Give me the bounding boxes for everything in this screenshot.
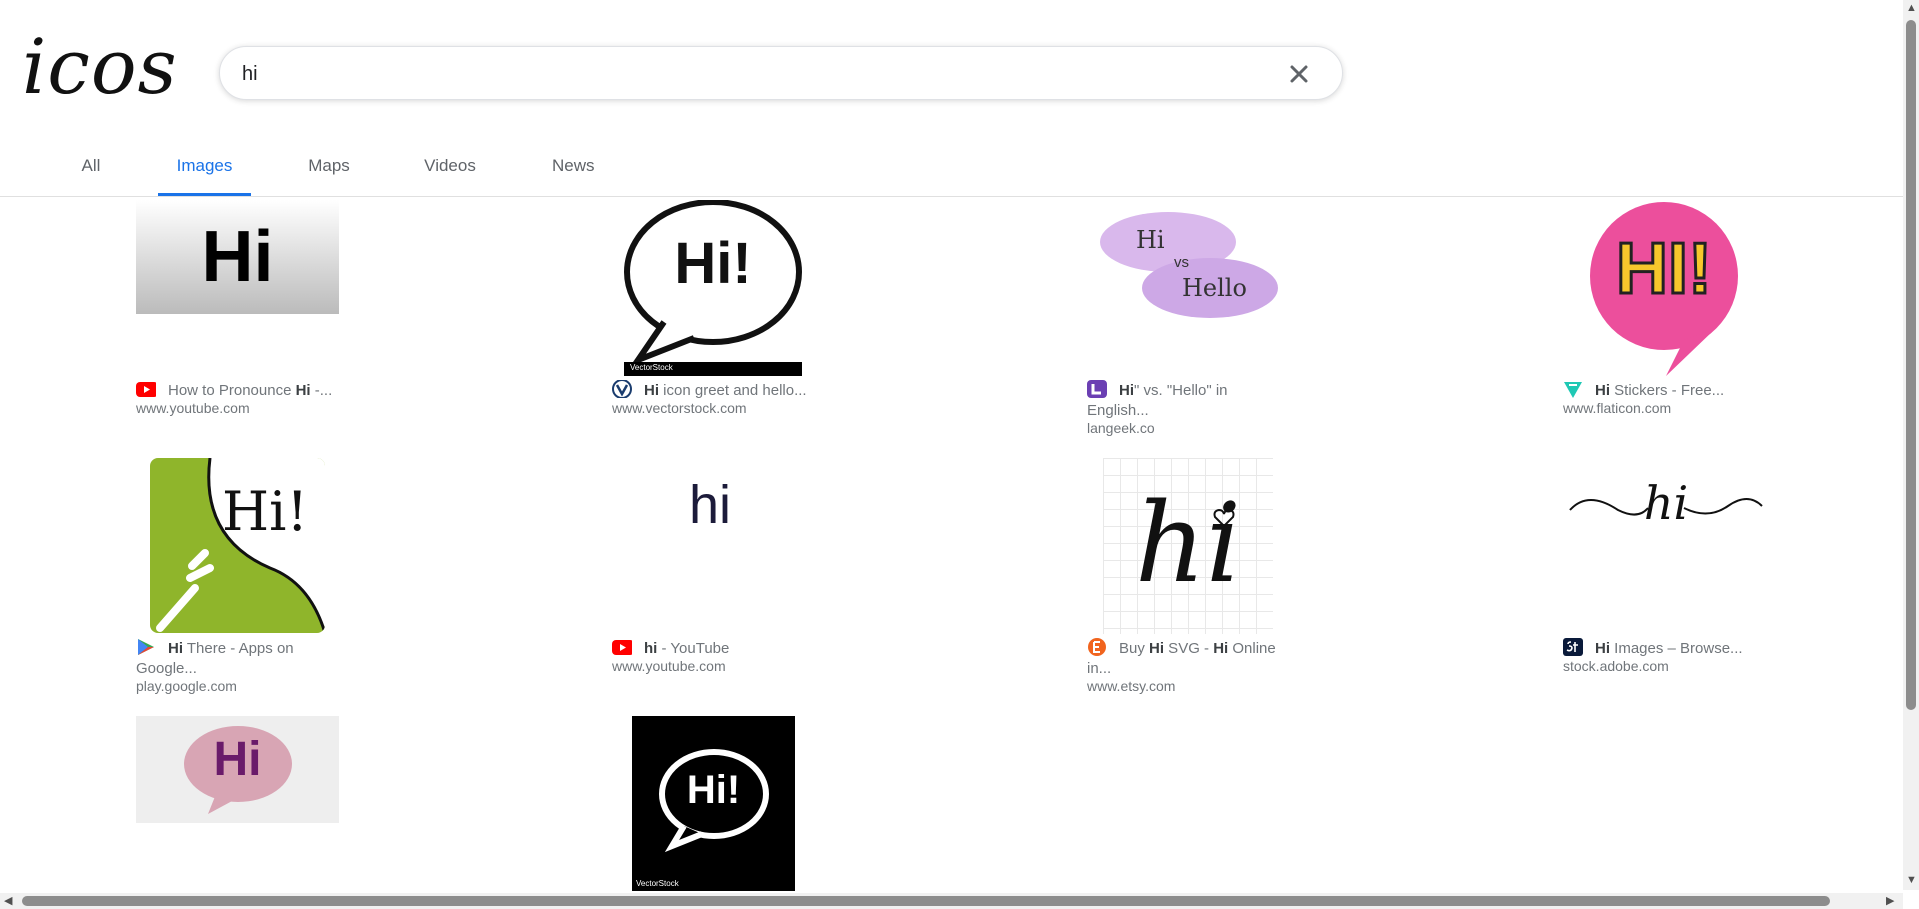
image-text: Hi — [201, 217, 274, 297]
youtube-icon — [136, 382, 156, 397]
result-caption[interactable]: Hi" vs. "Hello" in English... — [1087, 380, 1277, 421]
hi-vs-hello-image — [1100, 212, 1278, 318]
result-image[interactable]: Hi! VectorStock — [624, 200, 802, 376]
search-box — [219, 46, 1343, 100]
heart-icon — [1213, 508, 1235, 528]
vertical-scrollbar[interactable]: ▲ ▼ — [1903, 0, 1919, 890]
etsy-icon — [1088, 638, 1106, 656]
close-icon[interactable] — [1284, 59, 1314, 89]
image-text: Hi — [1136, 226, 1165, 254]
vectorstock-icon — [612, 380, 632, 398]
result-source[interactable]: www.etsy.com — [1087, 678, 1175, 694]
result-source[interactable]: www.vectorstock.com — [612, 400, 747, 416]
logo[interactable]: icos — [22, 22, 178, 112]
image-text: Hi! — [222, 480, 309, 543]
tab-images[interactable]: Images — [158, 156, 251, 196]
langeek-icon — [1087, 380, 1107, 398]
result-caption[interactable]: Hi icon greet and hello... — [612, 380, 852, 401]
result-caption[interactable]: Buy Hi SVG - Hi Online in... — [1087, 638, 1287, 679]
tab-bar: All Images Maps Videos News — [0, 140, 1903, 197]
image-text: Hello — [1182, 274, 1247, 302]
tab-all[interactable]: All — [80, 156, 102, 196]
result-caption[interactable]: Hi There - Apps on Google... — [136, 638, 326, 679]
image-text: hi — [1643, 476, 1689, 530]
result-source[interactable]: www.youtube.com — [612, 658, 726, 674]
tab-maps[interactable]: Maps — [308, 156, 350, 196]
tab-news[interactable]: News — [552, 156, 595, 196]
scroll-right-icon[interactable]: ▶ — [1886, 895, 1894, 907]
result-image[interactable]: hi — [1103, 458, 1273, 634]
result-source[interactable]: www.youtube.com — [136, 400, 250, 416]
image-text: hi — [688, 475, 732, 535]
result-image[interactable]: hi — [660, 470, 760, 540]
image-text: HI! — [1615, 228, 1714, 311]
youtube-icon — [612, 640, 632, 655]
image-text: Hi! — [686, 768, 741, 812]
image-text: Hi — [213, 733, 262, 786]
result-caption[interactable]: Hi Stickers - Free... — [1563, 380, 1803, 401]
scroll-up-icon[interactable]: ▲ — [1906, 2, 1917, 14]
result-image[interactable]: Hi — [136, 716, 339, 823]
result-image[interactable]: Hi! — [150, 458, 325, 633]
horizontal-scrollbar[interactable]: ◀ ▶ — [0, 893, 1903, 909]
vertical-scroll-thumb[interactable] — [1906, 20, 1916, 710]
result-caption[interactable]: How to Pronounce Hi -... — [136, 380, 376, 401]
result-caption[interactable]: Hi Images – Browse... — [1563, 638, 1803, 659]
result-source[interactable]: www.flaticon.com — [1563, 400, 1671, 416]
watermark: VectorStock — [636, 879, 679, 888]
image-text: vs — [1174, 254, 1189, 271]
image-text: Hi! — [674, 231, 752, 296]
scroll-left-icon[interactable]: ◀ — [4, 895, 12, 907]
result-caption[interactable]: hi - YouTube — [612, 638, 852, 659]
flaticon-icon — [1564, 382, 1582, 398]
result-source[interactable]: stock.adobe.com — [1563, 658, 1669, 674]
result-source[interactable]: play.google.com — [136, 678, 237, 694]
result-source[interactable]: langeek.co — [1087, 420, 1155, 436]
result-image[interactable]: Hi — [136, 200, 339, 314]
scroll-down-icon[interactable]: ▼ — [1906, 874, 1917, 886]
result-image[interactable]: hi — [1568, 470, 1764, 540]
result-image[interactable]: Hi vs Hello — [1098, 208, 1280, 324]
google-play-icon — [138, 639, 154, 655]
search-input[interactable] — [240, 57, 1244, 91]
image-text: hi — [1134, 479, 1242, 607]
tab-videos[interactable]: Videos — [424, 156, 476, 196]
horizontal-scroll-thumb[interactable] — [22, 896, 1830, 906]
watermark: VectorStock — [630, 363, 673, 372]
adobe-stock-icon — [1563, 638, 1583, 656]
result-image[interactable]: HI! — [1588, 200, 1740, 376]
result-image[interactable]: Hi! VectorStock — [632, 716, 795, 891]
